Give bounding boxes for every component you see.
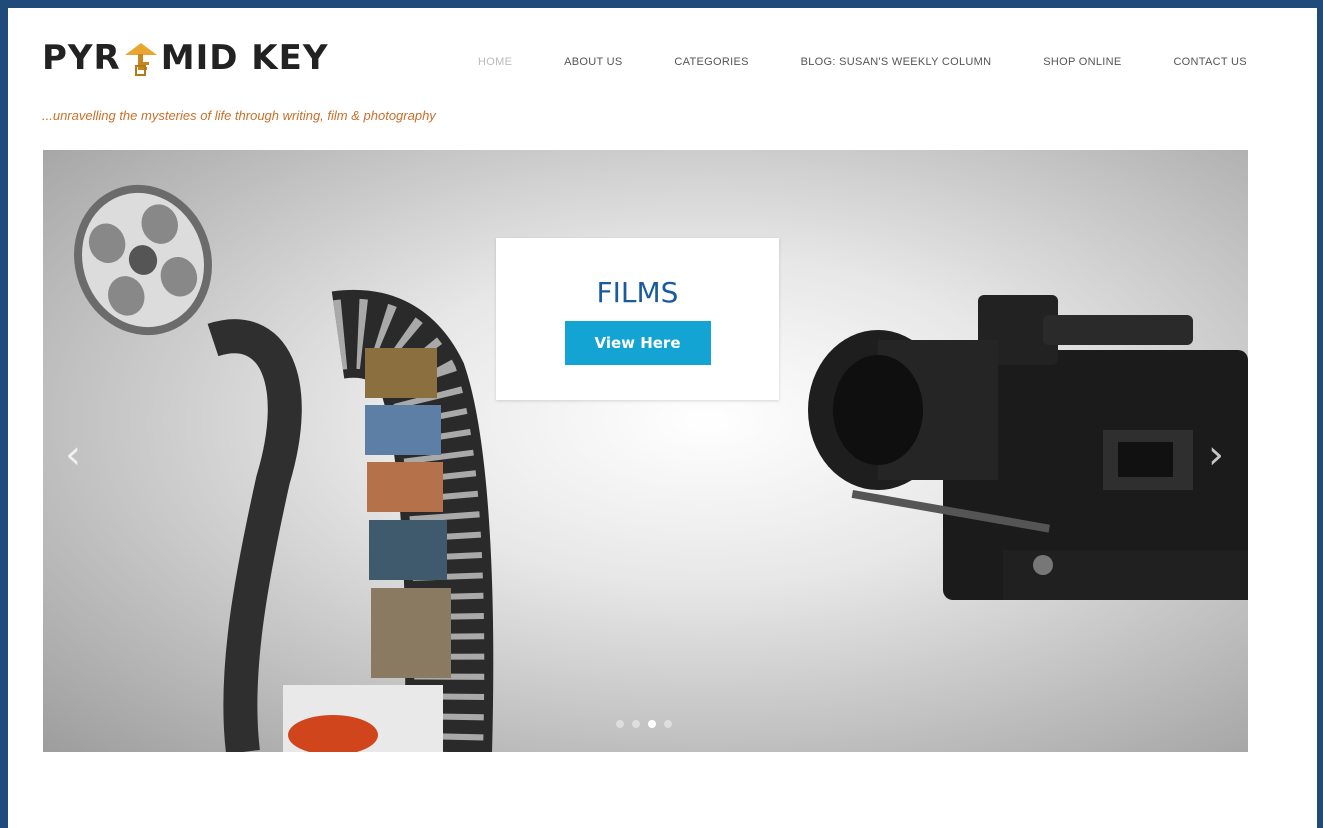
nav-shop-online[interactable]: SHOP ONLINE (1043, 56, 1121, 68)
nav-about-us[interactable]: ABOUT US (564, 56, 622, 68)
page: PYR MID KEY ...unravelling the mysteries… (8, 8, 1317, 828)
video-camera-graphic (808, 295, 1248, 600)
nav-contact-us[interactable]: CONTACT US (1173, 56, 1247, 68)
film-reel-graphic (74, 184, 212, 336)
view-here-button[interactable]: View Here (564, 321, 711, 365)
slider-dot[interactable] (664, 720, 672, 728)
slider-prev-icon[interactable]: ‹ (65, 432, 81, 478)
slider-next-icon[interactable]: › (1208, 432, 1224, 478)
main-nav: HOME ABOUT US CATEGORIES BLOG: SUSAN'S W… (478, 56, 1247, 68)
film-strip-graphic (207, 319, 302, 752)
hero-slider: FILMS View Here ‹ › (43, 150, 1248, 752)
slider-dot-active[interactable] (648, 720, 656, 728)
nav-categories[interactable]: CATEGORIES (674, 56, 748, 68)
slide-title: FILMS (596, 276, 679, 309)
logo-text-right: MID KEY (160, 38, 329, 78)
site-logo[interactable]: PYR MID KEY (42, 38, 328, 78)
slider-pagination (616, 720, 672, 728)
slide-caption-box: FILMS View Here (496, 238, 779, 400)
nav-home[interactable]: HOME (478, 56, 512, 68)
slider-dot[interactable] (616, 720, 624, 728)
nav-blog[interactable]: BLOG: SUSAN'S WEEKLY COLUMN (801, 56, 992, 68)
site-tagline: ...unravelling the mysteries of life thr… (42, 108, 436, 123)
logo-text-left: PYR (42, 38, 121, 78)
pyramid-key-icon (124, 43, 157, 76)
slider-dot[interactable] (632, 720, 640, 728)
